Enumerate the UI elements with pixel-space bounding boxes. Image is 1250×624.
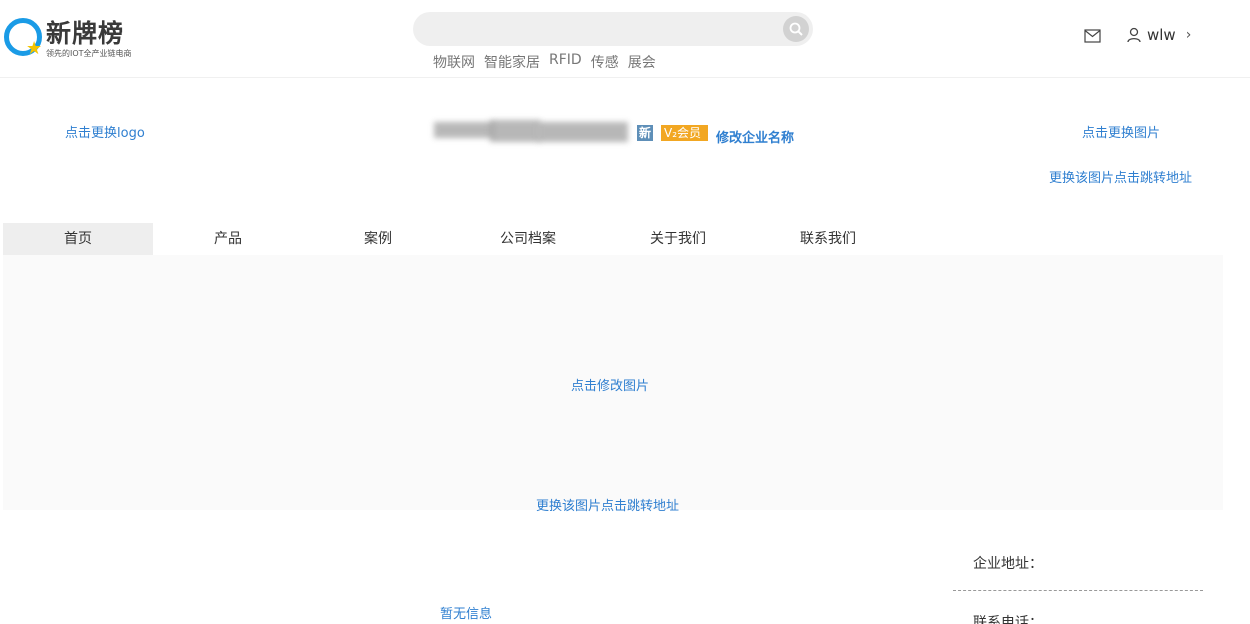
tab-cases[interactable]: 案例 xyxy=(303,223,453,255)
search-input[interactable] xyxy=(413,12,813,46)
tab-contact-us[interactable]: 联系我们 xyxy=(753,223,903,255)
blurred-text xyxy=(538,122,628,142)
tab-company-profile[interactable]: 公司档案 xyxy=(453,223,603,255)
vip-badge: V₂会员 xyxy=(661,125,708,141)
user-menu[interactable]: wlw › xyxy=(1127,26,1191,44)
logo-slogan: 领先的IOT全产业链电商 xyxy=(46,49,132,58)
search-icon xyxy=(789,22,803,36)
divider xyxy=(953,590,1203,591)
edit-banner-image-link[interactable]: 点击修改图片 xyxy=(571,375,649,394)
hot-keywords: 物联网 智能家居 RFID 传感 展会 xyxy=(433,52,656,72)
phone-label: 联系电话： xyxy=(973,615,1043,624)
banner-url-link[interactable]: 更换该图片点击跳转地址 xyxy=(536,495,679,514)
tab-home[interactable]: 首页 xyxy=(3,223,153,255)
blurred-text xyxy=(434,122,494,138)
tab-about-us[interactable]: 关于我们 xyxy=(603,223,753,255)
hotword-link[interactable]: RFID xyxy=(549,52,582,72)
edit-company-name-link[interactable]: 修改企业名称 xyxy=(716,127,794,146)
hotword-link[interactable]: 物联网 xyxy=(433,52,475,72)
new-badge: 新 xyxy=(637,125,653,141)
empty-message: 暂无信息 xyxy=(440,607,493,622)
site-logo[interactable]: ★ 新牌榜 领先的IOT全产业链电商 xyxy=(4,14,154,60)
change-logo-link[interactable]: 点击更换logo xyxy=(65,122,145,141)
company-name-blurred xyxy=(420,116,630,148)
hotword-link[interactable]: 智能家居 xyxy=(484,52,540,72)
hotword-link[interactable]: 展会 xyxy=(628,52,656,72)
username[interactable]: wlw xyxy=(1147,26,1176,44)
blurred-text xyxy=(490,120,540,142)
change-image-url-link[interactable]: 更换该图片点击跳转地址 xyxy=(1049,167,1192,186)
tab-products[interactable]: 产品 xyxy=(153,223,303,255)
change-image-link[interactable]: 点击更换图片 xyxy=(1082,122,1160,141)
top-header: ★ 新牌榜 领先的IOT全产业链电商 物联网 智能家居 RFID 传感 展会 w… xyxy=(0,0,1250,78)
company-nav-tabs: 首页 产品 案例 公司档案 关于我们 联系我们 xyxy=(3,223,903,255)
star-icon: ★ xyxy=(26,38,43,59)
address-label: 企业地址： xyxy=(973,556,1043,572)
logo-text: 新牌榜 xyxy=(46,19,125,48)
chevron-right-icon: › xyxy=(1185,27,1192,43)
hotword-link[interactable]: 传感 xyxy=(591,52,619,72)
user-icon xyxy=(1127,27,1141,43)
search-button[interactable] xyxy=(783,16,809,42)
mail-icon[interactable] xyxy=(1084,29,1101,43)
